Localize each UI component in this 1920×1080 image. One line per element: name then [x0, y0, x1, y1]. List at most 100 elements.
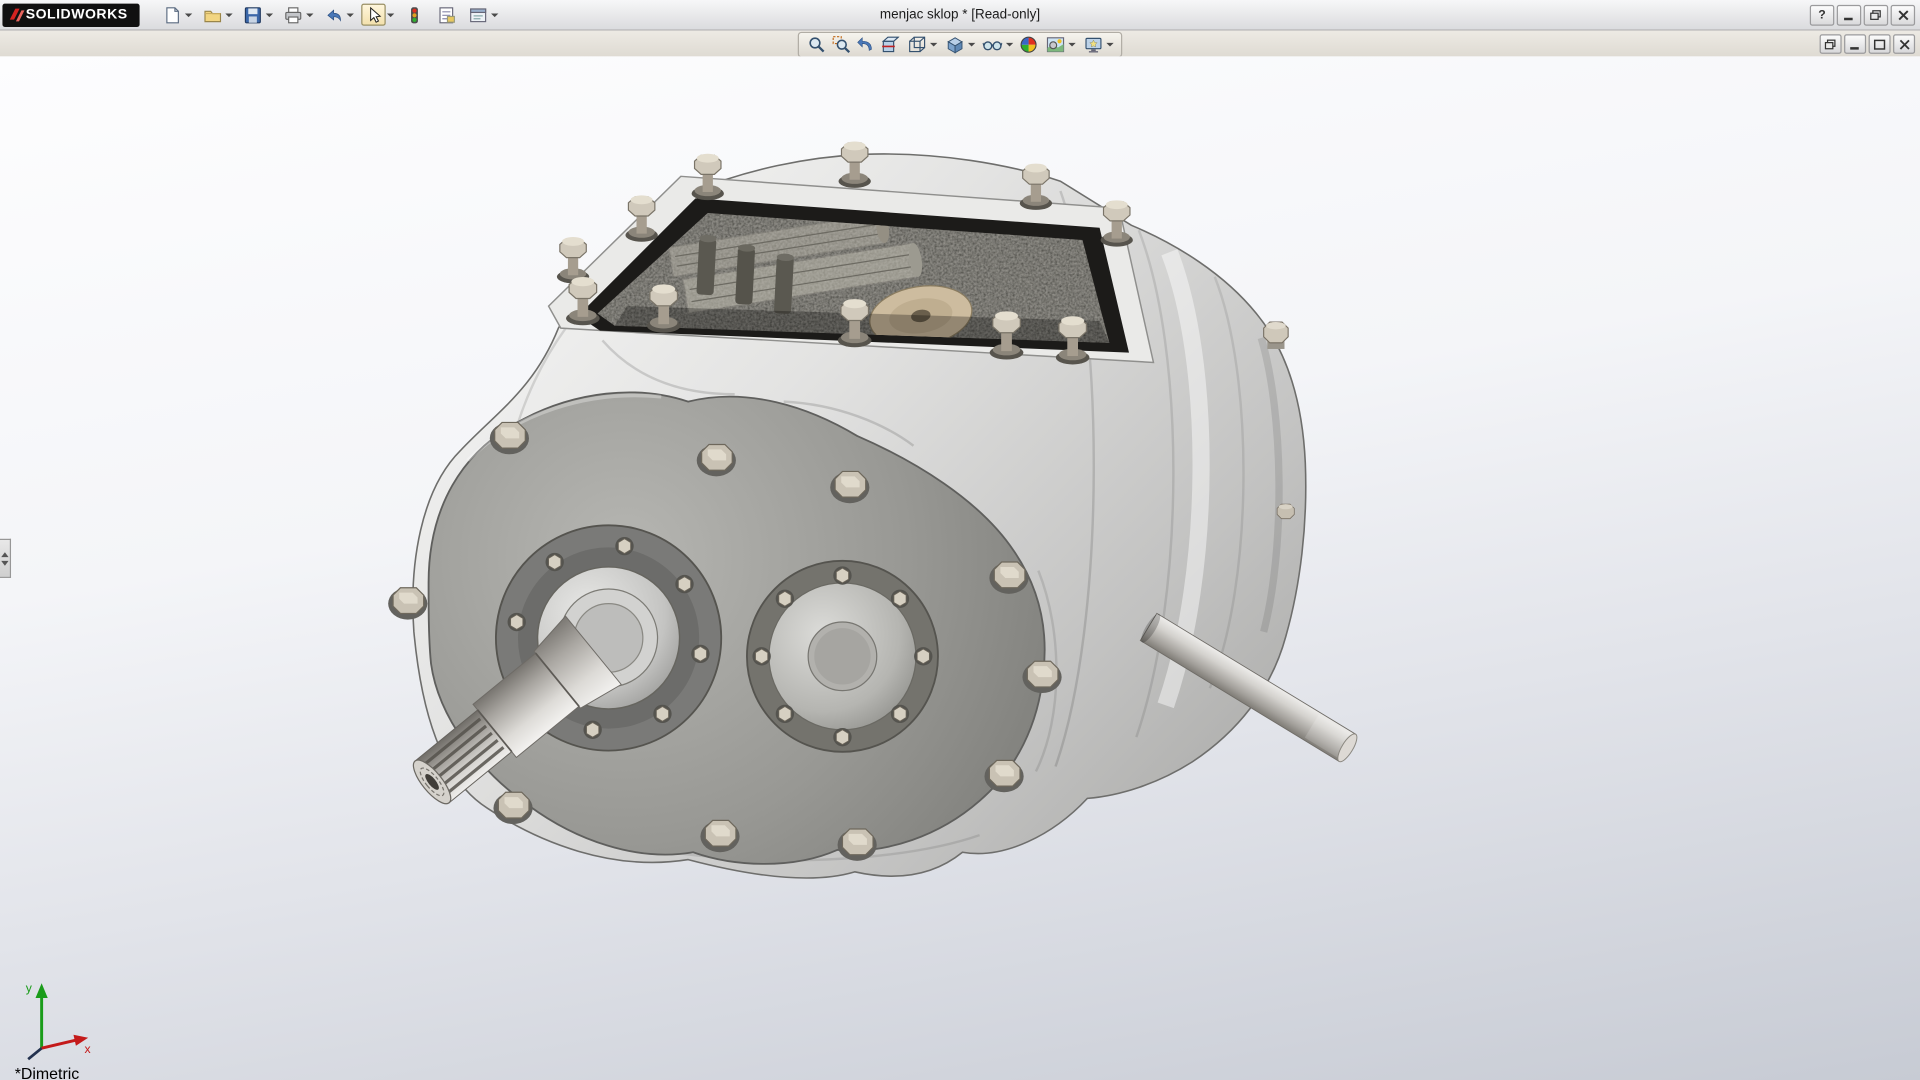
file-properties-button[interactable]	[434, 4, 458, 26]
save-button[interactable]	[240, 4, 274, 26]
view-orientation-cube-icon	[904, 34, 928, 56]
minimize-icon	[1844, 17, 1853, 20]
zoom-to-fit-button[interactable]	[804, 34, 828, 56]
previous-view-button[interactable]	[853, 34, 877, 56]
cover-screw[interactable]	[890, 589, 910, 609]
hide-show-items-dropdown-icon[interactable]	[1005, 42, 1014, 47]
file-properties-icon	[434, 4, 458, 26]
cover-screw[interactable]	[890, 704, 910, 724]
display-style-dropdown-icon[interactable]	[967, 42, 976, 47]
view-orientation-button[interactable]	[904, 34, 938, 56]
hide-show-items-button[interactable]	[980, 34, 1014, 56]
select-button[interactable]	[361, 3, 395, 26]
open-icon	[200, 4, 224, 26]
flange-stud[interactable]	[556, 236, 590, 285]
open-button[interactable]	[200, 4, 233, 26]
undo-button[interactable]	[321, 4, 355, 26]
cover-screw[interactable]	[775, 589, 795, 609]
cover-bolt[interactable]	[489, 421, 530, 455]
previous-view-icon	[856, 37, 872, 51]
edit-appearance-button[interactable]	[1016, 34, 1040, 56]
gearbox-model[interactable]	[0, 56, 1920, 1080]
triad-y-label: y	[26, 981, 33, 995]
new-document-dropdown-icon[interactable]	[185, 12, 193, 17]
section-view-button[interactable]	[877, 34, 901, 56]
select-cursor-icon	[361, 3, 387, 26]
solidworks-logo-mark	[9, 8, 25, 22]
zoom-to-area-button[interactable]	[828, 34, 852, 56]
cover-screw[interactable]	[752, 646, 772, 666]
output-bearing-cover[interactable]	[746, 559, 939, 753]
eyeglasses-icon	[980, 34, 1004, 56]
view-settings-button[interactable]	[1081, 34, 1114, 56]
cover-bolt[interactable]	[1021, 660, 1063, 694]
cover-bolt[interactable]	[696, 443, 737, 477]
window-title: menjac sklop * [Read-only]	[879, 7, 1041, 23]
save-dropdown-icon[interactable]	[266, 12, 274, 17]
open-dropdown-icon[interactable]	[225, 12, 233, 17]
top-flange-opening[interactable]	[547, 140, 1155, 366]
boss-screw[interactable]	[652, 704, 673, 724]
undo-icon	[321, 4, 345, 26]
restore-icon	[1870, 9, 1881, 20]
close-button[interactable]	[1890, 4, 1916, 26]
doc-restore-icon	[1824, 38, 1836, 49]
apply-scene-icon	[1043, 34, 1067, 56]
splitter-down-arrow-icon	[1, 560, 9, 566]
doc-close-button[interactable]	[1893, 34, 1916, 54]
cover-screw[interactable]	[775, 704, 795, 724]
select-dropdown-icon[interactable]	[387, 12, 395, 17]
help-button[interactable]: ?	[1809, 4, 1835, 26]
orientation-triad[interactable]: y x	[17, 975, 95, 1063]
boss-screw[interactable]	[545, 552, 565, 572]
cover-bolt[interactable]	[699, 819, 741, 853]
doc-minimize-button[interactable]	[1844, 34, 1867, 54]
doc-restore-button[interactable]	[1819, 34, 1842, 54]
print-button[interactable]	[281, 4, 314, 26]
cover-bolt[interactable]	[492, 791, 534, 825]
rebuild-button[interactable]	[402, 4, 426, 26]
boss-screw[interactable]	[674, 574, 695, 594]
panel-splitter-handle[interactable]	[0, 538, 12, 578]
apply-scene-button[interactable]	[1043, 34, 1076, 56]
graphics-viewport[interactable]: y x *Dimetric	[0, 56, 1920, 1080]
cover-bolt[interactable]	[988, 561, 1030, 595]
rebuild-traffic-light-icon	[402, 4, 426, 26]
solidworks-logo: SOLIDWORKS	[2, 3, 140, 27]
undo-dropdown-icon[interactable]	[346, 12, 355, 17]
drain-plug[interactable]	[1276, 503, 1295, 520]
restore-button[interactable]	[1863, 4, 1889, 26]
boss-screw[interactable]	[614, 536, 635, 556]
doc-maximize-button[interactable]	[1868, 34, 1891, 54]
new-document-button[interactable]	[159, 4, 193, 26]
print-dropdown-icon[interactable]	[306, 12, 314, 17]
main-toolbar	[157, 3, 501, 26]
cover-screw[interactable]	[832, 565, 853, 586]
view-settings-dropdown-icon[interactable]	[1106, 42, 1114, 47]
cover-screw[interactable]	[832, 727, 853, 747]
edit-appearance-icon	[1019, 36, 1036, 53]
section-view-icon	[881, 36, 899, 53]
zoom-to-fit-icon	[808, 37, 824, 53]
view-settings-icon	[1081, 34, 1105, 56]
minimize-button[interactable]	[1836, 4, 1862, 26]
cover-bolt[interactable]	[836, 828, 878, 862]
cover-bolt[interactable]	[387, 587, 428, 621]
apply-scene-dropdown-icon[interactable]	[1068, 42, 1076, 47]
view-orientation-dropdown-icon[interactable]	[929, 42, 938, 47]
boss-screw[interactable]	[507, 612, 527, 632]
options-dropdown-icon[interactable]	[491, 12, 499, 17]
options-button[interactable]	[466, 4, 499, 26]
boss-screw[interactable]	[583, 720, 603, 740]
display-style-button[interactable]	[942, 34, 976, 56]
cover-screw[interactable]	[913, 646, 933, 666]
options-icon	[466, 4, 490, 26]
view-orientation-label: *Dimetric	[14, 1064, 80, 1080]
filler-plug[interactable]	[1263, 321, 1289, 349]
close-icon	[1897, 9, 1908, 20]
boss-screw[interactable]	[690, 644, 711, 664]
cover-bolt[interactable]	[983, 759, 1025, 793]
cover-bolt[interactable]	[829, 470, 870, 504]
triad-x-label: x	[84, 1042, 90, 1056]
heads-up-view-toolbar	[797, 31, 1123, 58]
